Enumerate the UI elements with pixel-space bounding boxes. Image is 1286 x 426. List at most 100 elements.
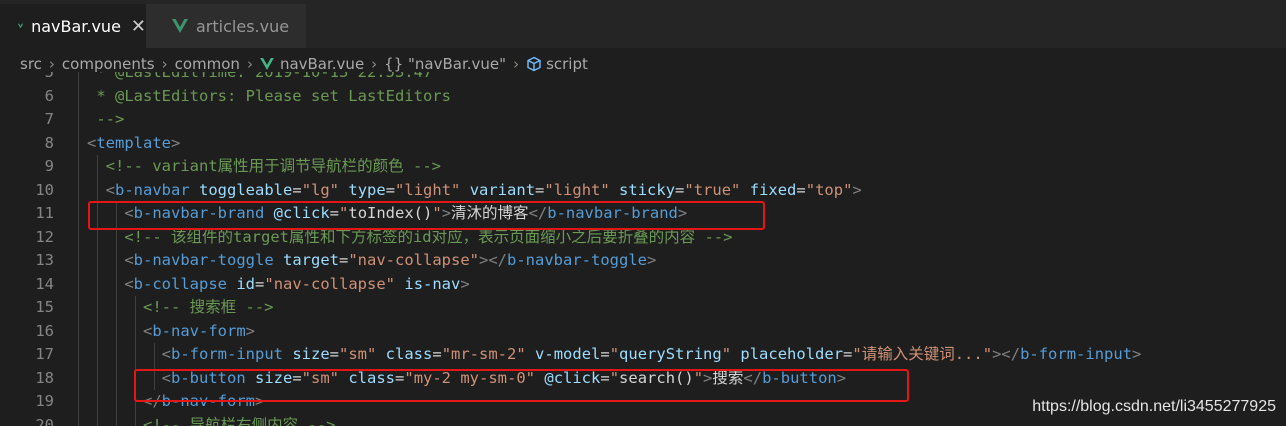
code-token: = bbox=[255, 274, 265, 293]
code-token: b-navbar-toggle bbox=[133, 251, 274, 269]
line-number: 12 bbox=[35, 227, 54, 246]
code-token: > bbox=[245, 321, 256, 340]
line-number: 15 bbox=[35, 298, 54, 316]
code-token: b-form-input bbox=[1020, 345, 1133, 363]
code-token: b-navbar bbox=[115, 180, 190, 199]
code-token: "sm" bbox=[339, 345, 377, 363]
code-token: b-nav-form bbox=[152, 321, 246, 340]
line-number: 11 bbox=[35, 204, 54, 222]
vue-file-icon bbox=[260, 58, 274, 70]
code-line[interactable]: 5 * @LastEditTime: 2019-10-13 22:53:47 bbox=[0, 72, 1286, 85]
code-line[interactable]: 16 <b-nav-form> bbox=[0, 320, 1286, 344]
code-token: template bbox=[96, 133, 171, 152]
code-token: b-navbar-toggle bbox=[507, 251, 647, 269]
code-token: sticky bbox=[619, 180, 676, 199]
code-line[interactable]: 15 <!-- 搜索框 --> bbox=[0, 296, 1286, 320]
code-token: <!-- 导航栏右侧内容 --> bbox=[143, 415, 336, 426]
highlight-box-line-11 bbox=[88, 201, 765, 230]
code-line[interactable]: 8 <template> bbox=[0, 132, 1286, 156]
code-text: <b-navbar toggleable="lg" type="light" v… bbox=[87, 179, 862, 203]
chevron-right-icon: › bbox=[246, 55, 253, 73]
code-token: "nav-collapse" bbox=[348, 251, 479, 269]
code-token: = bbox=[339, 251, 349, 269]
code-line[interactable]: 14 <b-collapse id="nav-collapse" is-nav> bbox=[0, 273, 1286, 297]
code-token: variant bbox=[469, 180, 536, 199]
breadcrumb-file-label: navBar.vue bbox=[279, 55, 365, 73]
code-token: < bbox=[161, 345, 171, 363]
code-line[interactable]: 13 <b-navbar-toggle target="nav-collapse… bbox=[0, 249, 1286, 273]
breadcrumb-item-symbol[interactable]: {} "navBar.vue" bbox=[384, 55, 506, 73]
code-token: = bbox=[600, 345, 610, 363]
code-token: < bbox=[124, 251, 134, 269]
code-token: > bbox=[1132, 345, 1142, 363]
code-token: "请输入关键词..." bbox=[852, 345, 993, 363]
code-token: < bbox=[105, 180, 116, 199]
line-number: 13 bbox=[35, 251, 54, 269]
line-number: 8 bbox=[44, 133, 54, 152]
line-number: 19 bbox=[35, 392, 54, 410]
breadcrumb-item-common[interactable]: common bbox=[175, 55, 240, 73]
breadcrumb-item-components[interactable]: components bbox=[62, 55, 155, 73]
tab-navbar-vue[interactable]: navBar.vue ✕ bbox=[0, 4, 146, 48]
line-number: 5 bbox=[44, 72, 54, 81]
code-line[interactable]: 10 <b-navbar toggleable="lg" type="light… bbox=[0, 179, 1286, 203]
code-token: is-nav bbox=[404, 274, 461, 293]
code-token: "top" bbox=[805, 180, 853, 199]
code-token: > bbox=[852, 180, 862, 199]
code-token: queryString bbox=[619, 345, 722, 363]
tab-label: articles.vue bbox=[196, 16, 290, 36]
code-token: "lg" bbox=[301, 180, 340, 199]
code-token: --> bbox=[87, 110, 125, 128]
cube-icon bbox=[527, 56, 541, 72]
tab-label: navBar.vue bbox=[31, 16, 121, 36]
breadcrumb-item-src[interactable]: src bbox=[20, 55, 42, 73]
code-token: "true" bbox=[684, 180, 741, 199]
code-token: v-model bbox=[535, 345, 601, 363]
code-token: <!-- 搜索框 --> bbox=[143, 298, 274, 316]
code-token: * @LastEditors: Please set LastEditors bbox=[87, 86, 451, 105]
code-token: * @LastEditTime: 2019-10-13 22:53:47 bbox=[87, 72, 433, 81]
chevron-right-icon: › bbox=[371, 55, 378, 73]
code-text: --> bbox=[87, 108, 124, 132]
breadcrumb-item-section[interactable]: script bbox=[526, 55, 588, 73]
code-text: <!-- 导航栏右侧内容 --> bbox=[87, 414, 336, 426]
tab-articles-vue[interactable]: articles.vue bbox=[146, 4, 306, 48]
line-number: 7 bbox=[44, 110, 54, 128]
code-token: b-collapse bbox=[133, 274, 227, 293]
breadcrumb-item-file[interactable]: navBar.vue bbox=[260, 55, 364, 73]
code-text: * @LastEditors: Please set LastEditors bbox=[87, 85, 451, 109]
code-text: <b-nav-form> bbox=[87, 320, 255, 344]
code-line[interactable]: 7 --> bbox=[0, 108, 1286, 132]
code-token: class bbox=[385, 345, 433, 363]
code-line[interactable]: 6 * @LastEditors: Please set LastEditors bbox=[0, 85, 1286, 109]
code-token: "mr-sm-2" bbox=[441, 345, 526, 363]
code-token: = bbox=[843, 345, 853, 363]
code-token: <!-- variant属性用于调节导航栏的颜色 --> bbox=[105, 157, 441, 175]
code-text: <b-form-input size="sm" class="mr-sm-2" … bbox=[87, 343, 1142, 367]
chevron-right-icon: › bbox=[513, 55, 520, 73]
chevron-right-icon: › bbox=[161, 55, 168, 73]
code-token: < bbox=[143, 321, 153, 340]
code-line[interactable]: 9 <!-- variant属性用于调节导航栏的颜色 --> bbox=[0, 155, 1286, 179]
line-number: 10 bbox=[35, 180, 54, 199]
code-line[interactable]: 17 <b-form-input size="sm" class="mr-sm-… bbox=[0, 343, 1286, 367]
code-text: <!-- variant属性用于调节导航栏的颜色 --> bbox=[87, 155, 441, 179]
code-token: toggleable bbox=[199, 180, 293, 199]
code-text: <b-navbar-toggle target="nav-collapse"><… bbox=[87, 249, 656, 273]
code-token: ></ bbox=[479, 251, 507, 269]
close-icon[interactable]: ✕ bbox=[131, 16, 146, 37]
watermark: https://blog.csdn.net/li3455277925 bbox=[1032, 398, 1276, 415]
